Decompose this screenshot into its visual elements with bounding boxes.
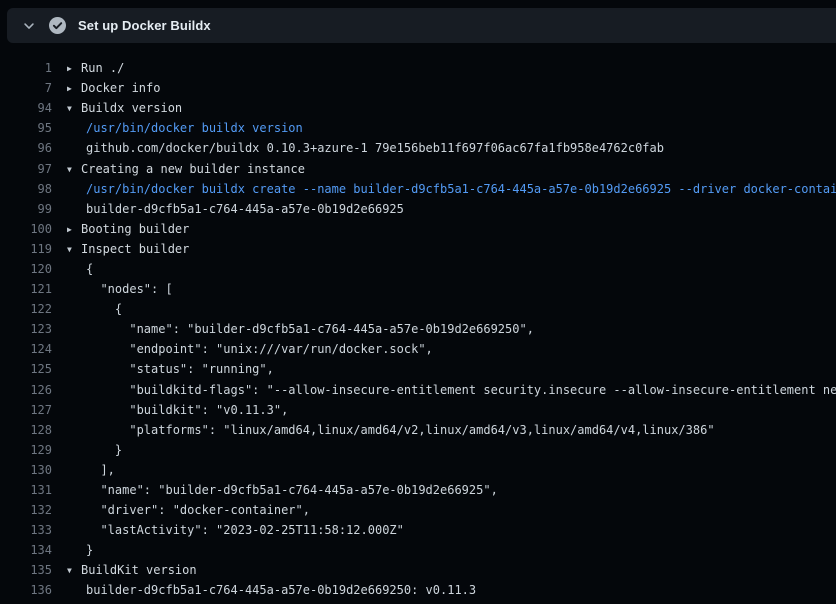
line-number[interactable]: 119: [0, 242, 52, 256]
caret-right-icon[interactable]: ▶: [67, 84, 81, 93]
log-line: 122 {: [0, 299, 836, 319]
log-line: 136 builder-d9cfb5a1-c764-445a-a57e-0b19d…: [0, 580, 836, 600]
line-number[interactable]: 122: [0, 302, 52, 316]
log-line: 99 builder-d9cfb5a1-c764-445a-a57e-0b19d2…: [0, 199, 836, 219]
log-line: 133 "lastActivity": "2023-02-25T11:58:12…: [0, 520, 836, 540]
group-title: Buildx version: [81, 101, 182, 115]
group-title: Booting builder: [81, 222, 189, 236]
log-line[interactable]: 135 ▼BuildKit version: [0, 560, 836, 580]
line-number[interactable]: 96: [0, 141, 52, 155]
log-output-text: {: [67, 262, 93, 276]
group-title: Run ./: [81, 61, 124, 75]
log-output-text: "name": "builder-d9cfb5a1-c764-445a-a57e…: [67, 483, 498, 497]
caret-down-icon[interactable]: ▼: [67, 566, 81, 575]
line-number[interactable]: 100: [0, 222, 52, 236]
line-number[interactable]: 120: [0, 262, 52, 276]
log-line[interactable]: 119 ▼Inspect builder: [0, 239, 836, 259]
log-line: 128 "platforms": "linux/amd64,linux/amd6…: [0, 420, 836, 440]
log-output-text: github.com/docker/buildx 0.10.3+azure-1 …: [67, 141, 664, 155]
log-line: 129 }: [0, 440, 836, 460]
group-title: BuildKit version: [81, 563, 197, 577]
line-number[interactable]: 131: [0, 483, 52, 497]
group-title: Docker info: [81, 81, 160, 95]
log-output-text: "lastActivity": "2023-02-25T11:58:12.000…: [67, 523, 404, 537]
log-output-text: "buildkitd-flags": "--allow-insecure-ent…: [67, 383, 836, 397]
line-number[interactable]: 99: [0, 202, 52, 216]
caret-right-icon[interactable]: ▶: [67, 225, 81, 234]
log-output-text: builder-d9cfb5a1-c764-445a-a57e-0b19d2e6…: [67, 202, 404, 216]
line-number[interactable]: 135: [0, 563, 52, 577]
caret-down-icon[interactable]: ▼: [67, 245, 81, 254]
log-output-text: }: [67, 443, 122, 457]
line-number[interactable]: 1: [0, 61, 52, 75]
log-output-text: builder-d9cfb5a1-c764-445a-a57e-0b19d2e6…: [67, 583, 476, 597]
log-command-text: /usr/bin/docker buildx create --name bui…: [67, 182, 836, 196]
log-line: 125 "status": "running",: [0, 359, 836, 379]
line-number[interactable]: 126: [0, 383, 52, 397]
log-line: 123 "name": "builder-d9cfb5a1-c764-445a-…: [0, 319, 836, 339]
log-line: 134}: [0, 540, 836, 560]
log-lines: 1▶Run ./7▶Docker info94▼Buildx version95…: [0, 43, 836, 604]
line-number[interactable]: 127: [0, 403, 52, 417]
line-number[interactable]: 94: [0, 101, 52, 115]
log-output-text: "name": "builder-d9cfb5a1-c764-445a-a57e…: [67, 322, 534, 336]
log-line: 98/usr/bin/docker buildx create --name b…: [0, 179, 836, 199]
chevron-down-icon[interactable]: [22, 19, 36, 33]
log-line: 121 "nodes": [: [0, 279, 836, 299]
log-output-text: }: [67, 543, 93, 557]
log-line: 130 ],: [0, 460, 836, 480]
log-line: 126 "buildkitd-flags": "--allow-insecure…: [0, 380, 836, 400]
log-line[interactable]: 100 ▶Booting builder: [0, 219, 836, 239]
log-line: 124 "endpoint": "unix:///var/run/docker.…: [0, 339, 836, 359]
caret-down-icon[interactable]: ▼: [67, 104, 81, 113]
line-number[interactable]: 125: [0, 362, 52, 376]
line-number[interactable]: 7: [0, 81, 52, 95]
log-output-text: "status": "running",: [67, 362, 274, 376]
log-output-text: "endpoint": "unix:///var/run/docker.sock…: [67, 342, 433, 356]
group-title: Creating a new builder instance: [81, 162, 305, 176]
log-line: 95/usr/bin/docker buildx version: [0, 118, 836, 138]
line-number[interactable]: 95: [0, 121, 52, 135]
log-output-text: "buildkit": "v0.11.3",: [67, 403, 288, 417]
log-command-text: /usr/bin/docker buildx version: [67, 121, 303, 135]
line-number[interactable]: 132: [0, 503, 52, 517]
log-line: 132 "driver": "docker-container",: [0, 500, 836, 520]
caret-right-icon[interactable]: ▶: [67, 64, 81, 73]
caret-down-icon[interactable]: ▼: [67, 165, 81, 174]
log-line[interactable]: 94 ▼Buildx version: [0, 98, 836, 118]
log-line: 96 github.com/docker/buildx 0.10.3+azure-…: [0, 138, 836, 158]
line-number[interactable]: 133: [0, 523, 52, 537]
group-title: Inspect builder: [81, 242, 189, 256]
step-header[interactable]: Set up Docker Buildx: [7, 8, 836, 43]
line-number[interactable]: 97: [0, 162, 52, 176]
step-title: Set up Docker Buildx: [78, 18, 211, 33]
log-output-text: "platforms": "linux/amd64,linux/amd64/v2…: [67, 423, 715, 437]
line-number[interactable]: 123: [0, 322, 52, 336]
log-line[interactable]: 97 ▼Creating a new builder instance: [0, 158, 836, 178]
log-line[interactable]: 1 ▶Run ./: [0, 58, 836, 78]
check-circle-icon: [49, 17, 66, 34]
log-line: 131 "name": "builder-d9cfb5a1-c764-445a-…: [0, 480, 836, 500]
log-output-text: "driver": "docker-container",: [67, 503, 310, 517]
line-number[interactable]: 136: [0, 583, 52, 597]
line-number[interactable]: 134: [0, 543, 52, 557]
log-line: 127 "buildkit": "v0.11.3",: [0, 400, 836, 420]
line-number[interactable]: 130: [0, 463, 52, 477]
line-number[interactable]: 128: [0, 423, 52, 437]
log-output-text: {: [67, 302, 122, 316]
line-number[interactable]: 129: [0, 443, 52, 457]
line-number[interactable]: 121: [0, 282, 52, 296]
log-line[interactable]: 7 ▶Docker info: [0, 78, 836, 98]
log-output-text: "nodes": [: [67, 282, 173, 296]
line-number[interactable]: 124: [0, 342, 52, 356]
log-output-text: ],: [67, 463, 115, 477]
line-number[interactable]: 98: [0, 182, 52, 196]
log-line: 120 {: [0, 259, 836, 279]
